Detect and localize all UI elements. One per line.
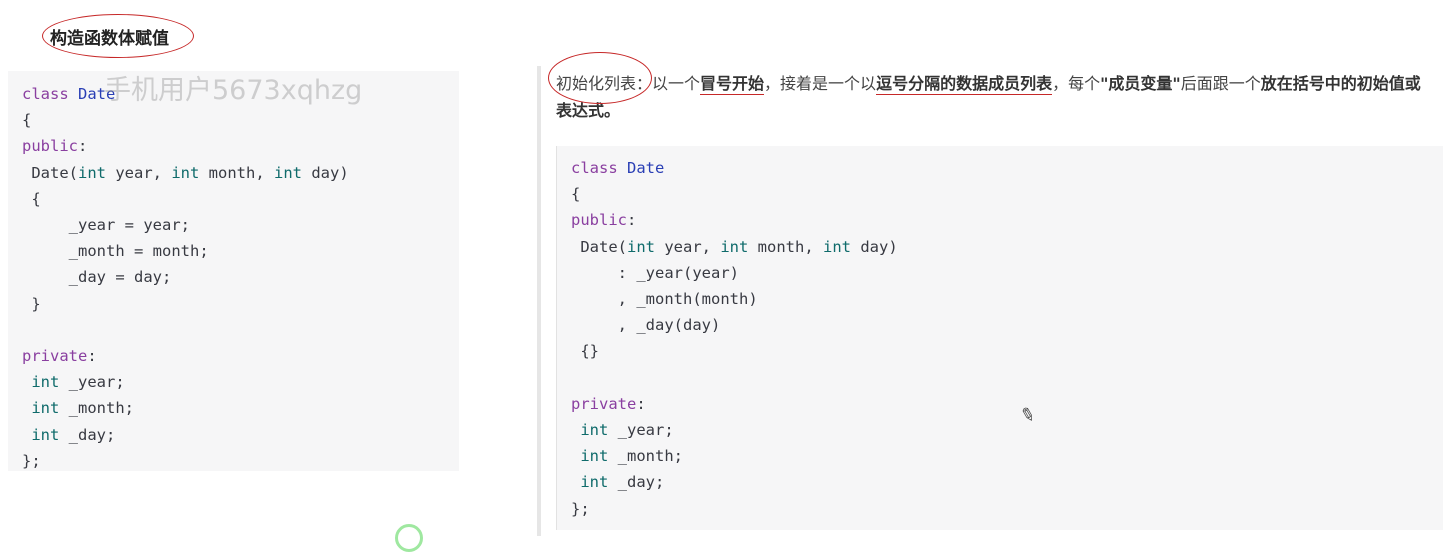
code-right-text: class Date { public: Date(int year, int … [571, 159, 898, 518]
code-token: } [31, 294, 41, 313]
annotation-circle-heading [42, 14, 194, 58]
watermark: 手机用户5673xqhzg [104, 75, 363, 106]
desc-text: ，接着是一个以 [764, 74, 877, 93]
code-token: _year; [608, 421, 674, 440]
code-token: Date [627, 159, 665, 177]
desc-bold: "成员变量" [1100, 74, 1181, 93]
code-token: {} [580, 342, 600, 361]
desc-text: ，每个 [1052, 74, 1101, 93]
code-token: class [22, 85, 69, 103]
code-token: int [31, 425, 60, 444]
code-token: public [571, 211, 627, 230]
code-token: _day = day; [68, 268, 172, 287]
code-token: _day; [608, 473, 665, 492]
code-token: : _year(year) [617, 263, 739, 282]
code-token: int [78, 163, 107, 182]
code-token: private [22, 347, 88, 366]
code-token: _month; [608, 447, 683, 466]
code-token: , _day(day) [617, 316, 721, 335]
code-token: _month; [59, 399, 134, 418]
code-token: int [720, 237, 749, 256]
code-token: }; [22, 451, 41, 470]
description-paragraph: 初始化列表：以一个冒号开始，接着是一个以逗号分隔的数据成员列表，每个"成员变量"… [556, 70, 1436, 124]
code-token: _year = year; [68, 216, 190, 235]
code-token: int [171, 163, 200, 182]
code-token: Date( [31, 163, 79, 182]
desc-bold: 冒号开始 [700, 74, 765, 95]
code-token: }; [571, 499, 590, 518]
code-token: _month = month; [68, 242, 209, 261]
code-block-left: class Date { public: Date(int year, int … [8, 71, 459, 471]
code-token: int [31, 399, 60, 418]
code-block-right: class Date { public: Date(int year, int … [537, 66, 1443, 536]
code-token: int [823, 237, 851, 256]
code-left-text: class Date { public: Date(int year, int … [22, 85, 349, 470]
code-token: , _month(month) [617, 290, 758, 309]
cursor-mark [395, 524, 423, 552]
code-token: month, [199, 163, 274, 182]
code-token: class [571, 159, 618, 177]
code-token: year, [106, 163, 172, 182]
desc-bold: 逗号分隔的数据成员列表 [876, 74, 1053, 95]
code-token: month, [748, 237, 823, 256]
code-token: int [580, 447, 609, 466]
code-token: year, [655, 237, 721, 256]
code-token: _year; [59, 373, 125, 392]
code-token: _day; [59, 425, 116, 444]
code-token: int [274, 163, 302, 182]
code-token: { [22, 111, 32, 130]
code-token: Date( [580, 237, 628, 256]
annotation-circle-lead [548, 52, 652, 104]
code-token: int [31, 373, 60, 392]
code-token: int [627, 237, 656, 256]
code-token: day) [302, 163, 349, 182]
code-token: day) [851, 237, 898, 256]
code-token: { [31, 189, 41, 208]
code-token: private [571, 394, 637, 413]
code-token: int [580, 473, 609, 492]
code-token: int [580, 421, 609, 440]
code-token: public [22, 137, 78, 156]
code-token: { [571, 185, 581, 204]
desc-text: 后面跟一个 [1180, 74, 1261, 93]
